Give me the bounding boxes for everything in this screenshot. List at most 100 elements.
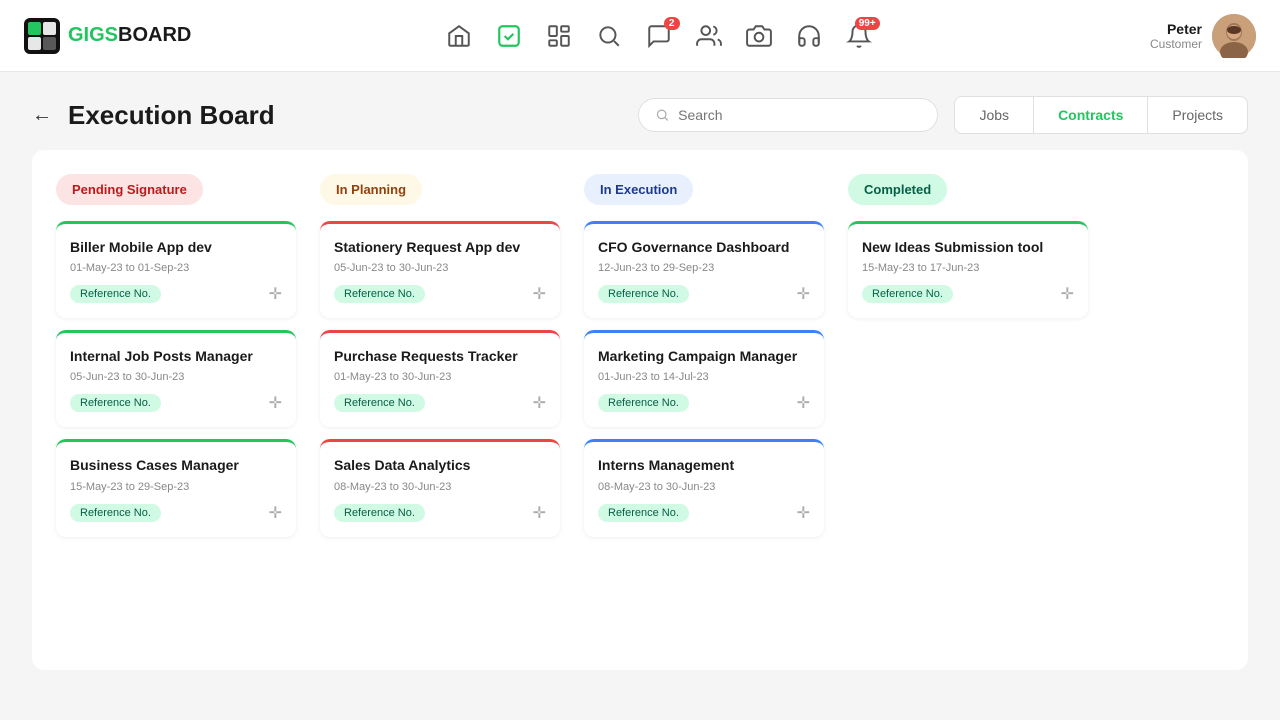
tab-jobs[interactable]: Jobs [955,97,1034,133]
card-date: 01-Jun-23 to 14-Jul-23 [598,371,810,383]
card-footer: Reference No. ✛ [70,503,282,523]
card-footer: Reference No. ✛ [70,393,282,413]
card-date: 05-Jun-23 to 30-Jun-23 [70,371,282,383]
card[interactable]: Biller Mobile App dev 01-May-23 to 01-Se… [56,221,296,318]
search-nav-icon[interactable] [596,23,622,49]
card-footer: Reference No. ✛ [334,393,546,413]
notification-badge: 99+ [855,17,880,30]
ref-badge: Reference No. [334,394,425,412]
move-icon[interactable]: ✛ [533,503,546,523]
ref-badge: Reference No. [334,285,425,303]
move-icon[interactable]: ✛ [269,393,282,413]
card-title: Biller Mobile App dev [70,238,282,256]
card-date: 08-May-23 to 30-Jun-23 [598,481,810,493]
tab-projects[interactable]: Projects [1148,97,1247,133]
chat-badge: 2 [664,17,680,30]
move-icon[interactable]: ✛ [533,393,546,413]
card-footer: Reference No. ✛ [334,503,546,523]
logo-icon [24,18,60,54]
card-title: Purchase Requests Tracker [334,347,546,365]
page-header: ← Execution Board Jobs Contracts Project… [32,72,1248,150]
ref-badge: Reference No. [70,504,161,522]
tab-group: Jobs Contracts Projects [954,96,1248,134]
card-footer: Reference No. ✛ [598,393,810,413]
card-title: Sales Data Analytics [334,456,546,474]
card-title: CFO Governance Dashboard [598,238,810,256]
column-pending: Pending Signature Biller Mobile App dev … [56,174,296,646]
search-input[interactable] [678,107,921,123]
card[interactable]: New Ideas Submission tool 15-May-23 to 1… [848,221,1088,318]
card-date: 01-May-23 to 30-Jun-23 [334,371,546,383]
notification-icon[interactable]: 99+ [846,23,872,49]
move-icon[interactable]: ✛ [269,284,282,304]
avatar [1212,14,1256,58]
ref-badge: Reference No. [70,394,161,412]
logo[interactable]: GIGSBOARD [24,18,191,54]
card-footer: Reference No. ✛ [598,284,810,304]
ref-badge: Reference No. [334,504,425,522]
chat-icon[interactable]: 2 [646,23,672,49]
card-title: Business Cases Manager [70,456,282,474]
card[interactable]: Interns Management 08-May-23 to 30-Jun-2… [584,439,824,536]
user-info: Peter Customer [1150,21,1202,51]
card-footer: Reference No. ✛ [862,284,1074,304]
card-date: 01-May-23 to 01-Sep-23 [70,262,282,274]
column-header-pending: Pending Signature [56,174,203,205]
headset-icon[interactable] [796,23,822,49]
column-completed: Completed New Ideas Submission tool 15-M… [848,174,1088,646]
column-planning: In Planning Stationery Request App dev 0… [320,174,560,646]
ref-badge: Reference No. [862,285,953,303]
user-profile[interactable]: Peter Customer [1150,14,1256,58]
column-header-planning: In Planning [320,174,422,205]
card-date: 08-May-23 to 30-Jun-23 [334,481,546,493]
ref-badge: Reference No. [598,285,689,303]
card[interactable]: Purchase Requests Tracker 01-May-23 to 3… [320,330,560,427]
app-header: GIGSBOARD 2 [0,0,1280,72]
card-footer: Reference No. ✛ [334,284,546,304]
card[interactable]: Marketing Campaign Manager 01-Jun-23 to … [584,330,824,427]
move-icon[interactable]: ✛ [1061,284,1074,304]
ref-badge: Reference No. [598,504,689,522]
card-footer: Reference No. ✛ [598,503,810,523]
card[interactable]: Business Cases Manager 15-May-23 to 29-S… [56,439,296,536]
logo-text: GIGSBOARD [68,24,191,47]
ref-badge: Reference No. [70,285,161,303]
home-icon[interactable] [446,23,472,49]
ref-badge: Reference No. [598,394,689,412]
camera-icon[interactable] [746,23,772,49]
search-bar[interactable] [638,98,938,132]
board: Pending Signature Biller Mobile App dev … [32,150,1248,670]
main-nav: 2 99+ [446,23,872,49]
task-icon[interactable] [496,23,522,49]
card-title: Marketing Campaign Manager [598,347,810,365]
move-icon[interactable]: ✛ [269,503,282,523]
move-icon[interactable]: ✛ [533,284,546,304]
card-footer: Reference No. ✛ [70,284,282,304]
back-button[interactable]: ← [32,105,52,125]
column-execution: In Execution CFO Governance Dashboard 12… [584,174,824,646]
page-content: ← Execution Board Jobs Contracts Project… [0,72,1280,720]
board-icon[interactable] [546,23,572,49]
search-bar-icon [655,107,670,123]
card-date: 12-Jun-23 to 29-Sep-23 [598,262,810,274]
card-title: Internal Job Posts Manager [70,347,282,365]
card-date: 05-Jun-23 to 30-Jun-23 [334,262,546,274]
card-date: 15-May-23 to 29-Sep-23 [70,481,282,493]
card-title: Stationery Request App dev [334,238,546,256]
users-icon[interactable] [696,23,722,49]
move-icon[interactable]: ✛ [797,503,810,523]
column-header-execution: In Execution [584,174,693,205]
card[interactable]: CFO Governance Dashboard 12-Jun-23 to 29… [584,221,824,318]
card[interactable]: Stationery Request App dev 05-Jun-23 to … [320,221,560,318]
user-name: Peter [1150,21,1202,37]
user-role: Customer [1150,37,1202,51]
tab-contracts[interactable]: Contracts [1034,97,1148,133]
card-title: New Ideas Submission tool [862,238,1074,256]
move-icon[interactable]: ✛ [797,284,810,304]
page-title: Execution Board [68,100,622,131]
card[interactable]: Sales Data Analytics 08-May-23 to 30-Jun… [320,439,560,536]
card-title: Interns Management [598,456,810,474]
card-date: 15-May-23 to 17-Jun-23 [862,262,1074,274]
card[interactable]: Internal Job Posts Manager 05-Jun-23 to … [56,330,296,427]
move-icon[interactable]: ✛ [797,393,810,413]
